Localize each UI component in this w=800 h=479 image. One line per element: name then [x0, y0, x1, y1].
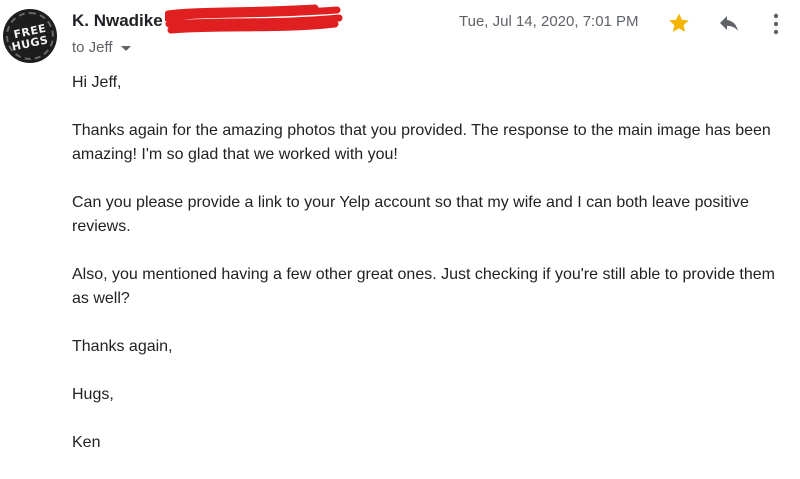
- email-body: Hi Jeff, Thanks again for the amazing ph…: [72, 71, 787, 479]
- reply-icon[interactable]: [716, 11, 742, 35]
- chevron-down-icon: [120, 46, 131, 51]
- email-signature: Ken: [72, 434, 101, 451]
- email-date: Tue, Jul 14, 2020, 7:01 PM: [459, 13, 639, 30]
- email-greeting: Hi Jeff,: [72, 74, 122, 91]
- more-vert-icon[interactable]: [766, 11, 786, 37]
- email-paragraph: Can you please provide a link to your Ye…: [72, 194, 749, 235]
- redacted-email-address: [165, 4, 343, 34]
- recipient-line: to Jeff: [72, 39, 113, 56]
- email-paragraph: Thanks again for the amazing photos that…: [72, 122, 771, 163]
- recipient-details-toggle[interactable]: to Jeff: [72, 39, 131, 56]
- star-icon[interactable]: [667, 11, 691, 35]
- email-closing: Thanks again,: [72, 338, 173, 355]
- email-closing: Hugs,: [72, 386, 114, 403]
- sender-avatar[interactable]: FREE HUGS: [3, 9, 57, 63]
- email-paragraph: Also, you mentioned having a few other g…: [72, 266, 775, 307]
- sender-name[interactable]: K. Nwadike: [72, 11, 163, 31]
